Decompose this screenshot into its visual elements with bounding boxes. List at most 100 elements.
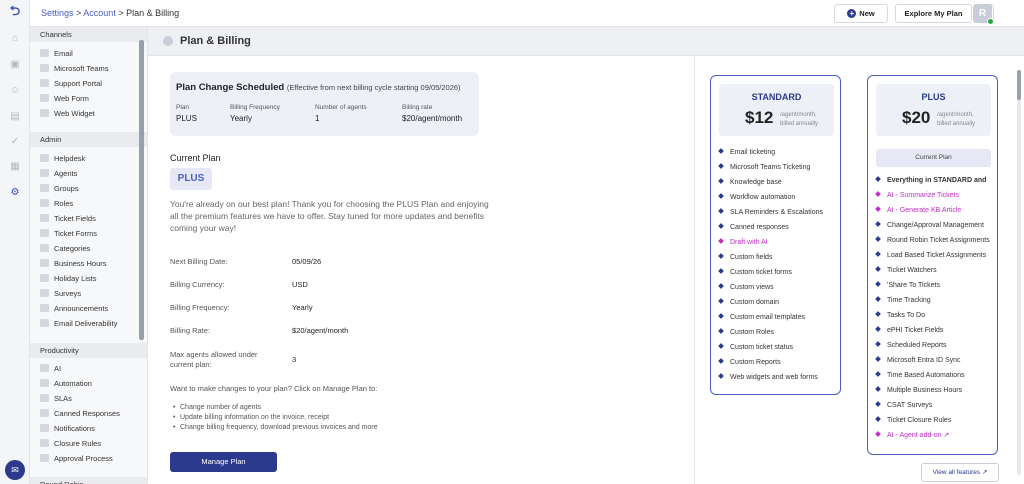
new-button[interactable]: + New — [834, 4, 888, 23]
page-scrollbar-thumb[interactable] — [1017, 70, 1021, 100]
chat-icon[interactable]: ✉ — [5, 460, 25, 480]
sidebar-item[interactable]: Ticket Fields — [40, 213, 96, 225]
view-all-features-button[interactable]: View all features ↗ — [921, 463, 999, 482]
detail-value: Yearly — [292, 303, 313, 312]
feature-item: Custom ticket status — [718, 343, 793, 353]
sidebar-item-label: AI — [54, 364, 62, 373]
feature-item: Email ticketing — [718, 148, 776, 158]
feature-item: AI - Generate KB Article — [875, 206, 961, 216]
sidebar-section-next: Round Robin — [30, 477, 147, 484]
detail-label: Max agents allowed under current plan: — [170, 350, 258, 369]
sidebar-item[interactable]: Surveys — [40, 288, 81, 300]
sidebar-item[interactable]: Categories — [40, 243, 90, 255]
feature-item: Custom email templates — [718, 313, 805, 323]
breadcrumb-settings[interactable]: Settings — [41, 8, 74, 18]
sidebar-item[interactable]: Email — [40, 48, 73, 60]
channel-icon — [40, 64, 49, 72]
billing-rate-label: Billing rate — [402, 104, 433, 111]
sidebar-item[interactable]: Web Form — [40, 93, 89, 105]
sidebar-item[interactable]: Microsoft Teams — [40, 63, 108, 75]
sidebar-item-label: Support Portal — [54, 79, 102, 88]
sidebar-item[interactable]: Holiday Lists — [40, 273, 97, 285]
app-logo-icon[interactable]: ⮌ — [8, 4, 22, 18]
feature-item: Draft with AI — [718, 238, 768, 248]
agents-label: Number of agents — [315, 104, 367, 111]
feature-item: Change/Approval Management — [875, 221, 984, 231]
feature-label: ePHI Ticket Fields — [887, 327, 944, 334]
feature-label: Ticket Closure Rules — [887, 417, 952, 424]
diamond-bullet-icon — [875, 281, 881, 287]
sidebar-item[interactable]: Helpdesk — [40, 153, 85, 165]
productivity-icon — [40, 454, 49, 462]
diamond-bullet-icon — [718, 343, 724, 349]
sidebar-item[interactable]: Notifications — [40, 423, 95, 435]
tickets-icon[interactable]: ▣ — [8, 58, 22, 72]
reports-icon[interactable]: ▦ — [8, 160, 22, 174]
diamond-bullet-icon — [875, 251, 881, 257]
feature-item: Ticket Closure Rules — [875, 416, 952, 426]
sidebar-item[interactable]: Automation — [40, 378, 92, 390]
avatar[interactable]: R — [973, 4, 994, 25]
productivity-icon — [40, 409, 49, 417]
diamond-bullet-icon — [875, 236, 881, 242]
sidebar-item[interactable]: Support Portal — [40, 78, 102, 90]
plus-plan-card: PLUS $20 /agent/month, billed annually Cu… — [867, 75, 998, 455]
sidebar-item[interactable]: Canned Responses — [40, 408, 120, 420]
sidebar-item[interactable]: Ticket Forms — [40, 228, 97, 240]
admin-icon — [40, 169, 49, 177]
feature-item: Custom Roles — [718, 328, 774, 338]
sidebar-item-label: Approval Process — [54, 454, 113, 463]
diamond-bullet-icon — [875, 371, 881, 377]
breadcrumb-account[interactable]: Account — [83, 8, 116, 18]
app-rail: ⮌ ⌂ ▣ ☺ ▤ ✓ ▦ ⚙ ✉ — [0, 0, 30, 484]
feature-item: Workflow automation — [718, 193, 795, 203]
feature-label: Microsoft Entra ID Sync — [887, 357, 961, 364]
sidebar-item[interactable]: Web Widget — [40, 108, 95, 120]
plan-change-note: (Effective from next billing cycle start… — [286, 83, 461, 92]
contacts-icon[interactable]: ☺ — [8, 84, 22, 98]
feature-item: Custom Reports — [718, 358, 781, 368]
admin-icon — [40, 274, 49, 282]
feature-item: Multiple Business Hours — [875, 386, 962, 396]
sidebar-item[interactable]: Agents — [40, 168, 77, 180]
manage-plan-button[interactable]: Manage Plan — [170, 452, 277, 472]
knowledge-base-icon[interactable]: ▤ — [8, 110, 22, 124]
feature-label: Microsoft Teams Ticketing — [730, 164, 811, 171]
diamond-bullet-icon — [875, 266, 881, 272]
diamond-bullet-icon — [718, 223, 724, 229]
plus-icon: + — [847, 9, 857, 18]
sidebar-item[interactable]: Closure Rules — [40, 438, 101, 450]
feature-label: Email ticketing — [730, 149, 776, 156]
feature-item: Load Based Ticket Assignments — [875, 251, 986, 261]
current-plan-label: Current Plan — [876, 149, 991, 167]
diamond-bullet-icon — [718, 193, 724, 199]
sidebar-item[interactable]: Announcements — [40, 303, 108, 315]
feature-label: Web widgets and web forms — [730, 374, 818, 381]
feature-item: Ticket Watchers — [875, 266, 937, 276]
sidebar-item-label: Surveys — [54, 289, 82, 298]
feature-label: AI - Summarize Tickets — [887, 192, 959, 199]
explore-my-plan-button[interactable]: Explore My Plan — [895, 4, 972, 23]
home-icon[interactable]: ⌂ — [8, 32, 22, 46]
sidebar-scrollbar[interactable] — [139, 40, 144, 340]
diamond-bullet-icon — [718, 358, 724, 364]
sidebar-item[interactable]: Approval Process — [40, 453, 113, 465]
sidebar-item[interactable]: Business Hours — [40, 258, 107, 270]
feature-label: Time Based Automations — [887, 372, 965, 379]
sidebar-item[interactable]: Groups — [40, 183, 79, 195]
settings-sidebar: Channels Email Microsoft Teams Support Port… — [30, 27, 148, 484]
diamond-bullet-icon — [875, 296, 881, 302]
sidebar-item[interactable]: SLAs — [40, 393, 72, 405]
sidebar-item[interactable]: AI — [40, 363, 61, 375]
admin-icon — [40, 244, 49, 252]
sidebar-item[interactable]: Email Deliverability — [40, 318, 117, 330]
detail-value: 05/09/26 — [292, 257, 322, 266]
sidebar-item[interactable]: Roles — [40, 198, 73, 210]
approvals-icon[interactable]: ✓ — [8, 135, 22, 149]
plus-unit-line: /agent/month, — [937, 112, 974, 118]
page-scrollbar-track[interactable] — [1017, 70, 1021, 475]
feature-item: Scheduled Reports — [875, 341, 947, 351]
diamond-bullet-icon — [875, 206, 881, 212]
settings-icon[interactable]: ⚙ — [8, 186, 22, 200]
sidebar-item-label: Categories — [54, 244, 91, 253]
